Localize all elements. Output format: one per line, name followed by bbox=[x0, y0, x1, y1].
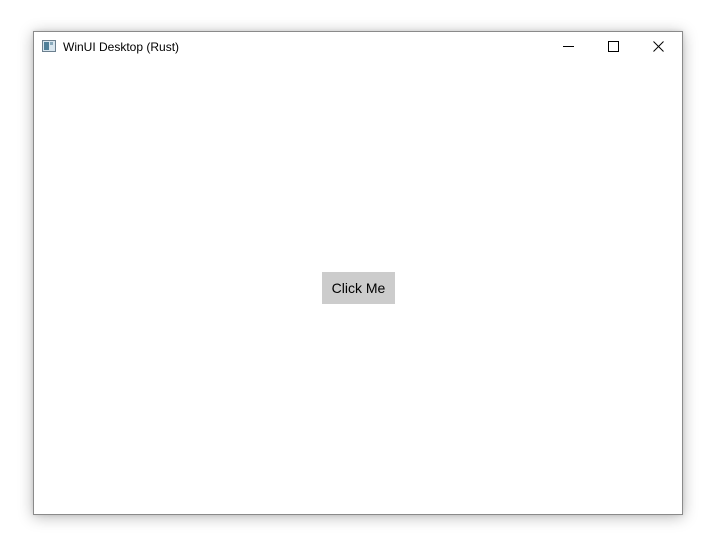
close-icon bbox=[653, 41, 664, 52]
desktop: WinUI Desktop (Rust) Click Me bbox=[0, 0, 722, 550]
click-me-button[interactable]: Click Me bbox=[322, 272, 395, 304]
window-content: Click Me bbox=[34, 62, 682, 514]
app-window: WinUI Desktop (Rust) Click Me bbox=[33, 31, 683, 515]
minimize-icon bbox=[563, 46, 574, 47]
maximize-icon bbox=[608, 41, 619, 52]
title-bar[interactable]: WinUI Desktop (Rust) bbox=[34, 32, 682, 62]
maximize-button[interactable] bbox=[591, 32, 636, 62]
app-window-icon bbox=[42, 40, 56, 52]
close-button[interactable] bbox=[636, 32, 681, 62]
window-title: WinUI Desktop (Rust) bbox=[63, 40, 180, 54]
minimize-button[interactable] bbox=[546, 32, 591, 62]
